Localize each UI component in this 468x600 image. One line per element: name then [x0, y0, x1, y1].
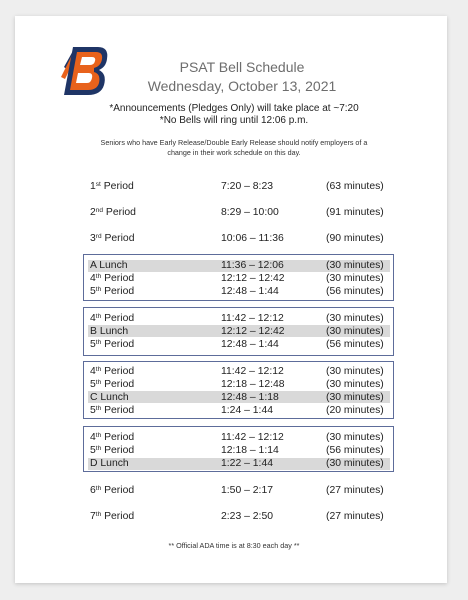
- period-time: 11:42 – 12:12: [221, 432, 284, 443]
- period-name: 4th Period: [90, 273, 135, 284]
- period-time: 2:23 – 2:50: [221, 511, 273, 522]
- period-duration: (30 minutes): [326, 432, 384, 443]
- period-name: 3rd Period: [90, 233, 135, 244]
- period-row: 5th Period 12:18 – 12:48 (30 minutes): [0, 378, 468, 391]
- period-time: 1:22 – 1:44: [221, 458, 273, 469]
- period-time: 11:42 – 12:12: [221, 366, 284, 377]
- lunch-row: A Lunch 11:36 – 12:06 (30 minutes): [0, 259, 468, 272]
- lunch-row: C Lunch 12:48 – 1:18 (30 minutes): [0, 391, 468, 404]
- period-name: 5th Period: [90, 445, 135, 456]
- period-name: 5th Period: [90, 339, 135, 350]
- school-logo: [61, 47, 108, 95]
- ada-footer-note: ** Official ADA time is at 8:30 each day…: [168, 541, 300, 550]
- period-row: 4th Period 11:42 – 12:12 (30 minutes): [0, 312, 468, 325]
- period-row: 7th Period 2:23 – 2:50 (27 minutes): [0, 510, 468, 523]
- period-duration: (56 minutes): [326, 339, 384, 350]
- period-row: 4th Period 11:42 – 12:12 (30 minutes): [0, 365, 468, 378]
- lunch-name: C Lunch: [90, 392, 129, 403]
- lunch-name: B Lunch: [90, 326, 129, 337]
- lunch-row: D Lunch 1:22 – 1:44 (30 minutes): [0, 457, 468, 470]
- period-row: 4th Period 11:42 – 12:12 (30 minutes): [0, 431, 468, 444]
- period-time: 8:29 – 10:00: [221, 207, 279, 218]
- period-row: 5th Period 12:48 – 1:44 (56 minutes): [0, 285, 468, 298]
- schedule-date: Wednesday, October 13, 2021: [147, 78, 337, 94]
- period-duration: (30 minutes): [326, 458, 384, 469]
- period-name: 5th Period: [90, 379, 135, 390]
- period-row: 6th Period 1:50 – 2:17 (27 minutes): [0, 484, 468, 497]
- period-time: 11:36 – 12:06: [221, 260, 284, 271]
- period-duration: (63 minutes): [326, 181, 384, 192]
- period-duration: (30 minutes): [326, 260, 384, 271]
- period-row: 5th Period 1:24 – 1:44 (20 minutes): [0, 404, 468, 417]
- period-duration: (91 minutes): [326, 207, 384, 218]
- period-row: 3rd Period 10:06 – 11:36 (90 minutes): [0, 232, 468, 245]
- period-time: 11:42 – 12:12: [221, 313, 284, 324]
- period-name: 7th Period: [90, 511, 135, 522]
- period-row: 1st Period 7:20 – 8:23 (63 minutes): [0, 180, 468, 193]
- period-name: 5th Period: [90, 405, 135, 416]
- period-duration: (20 minutes): [326, 405, 384, 416]
- period-name: 1st Period: [90, 181, 134, 192]
- seniors-note-line1: Seniors who have Early Release/Double Ea…: [100, 138, 368, 147]
- period-duration: (30 minutes): [326, 326, 384, 337]
- period-duration: (30 minutes): [326, 392, 384, 403]
- period-duration: (90 minutes): [326, 233, 384, 244]
- period-duration: (56 minutes): [326, 286, 384, 297]
- period-duration: (30 minutes): [326, 273, 384, 284]
- schedule-title: PSAT Bell Schedule: [179, 59, 305, 75]
- period-name: 5th Period: [90, 286, 135, 297]
- period-time: 7:20 – 8:23: [221, 181, 273, 192]
- period-row: 2nd Period 8:29 – 10:00 (91 minutes): [0, 206, 468, 219]
- period-time: 12:48 – 1:44: [221, 286, 279, 297]
- period-time: 12:12 – 12:42: [221, 273, 285, 284]
- period-duration: (56 minutes): [326, 445, 384, 456]
- period-time: 12:18 – 1:14: [221, 445, 279, 456]
- period-time: 12:18 – 12:48: [221, 379, 285, 390]
- no-bells-note: *No Bells will ring until 12:06 p.m.: [159, 115, 309, 126]
- period-name: 4th Period: [90, 432, 135, 443]
- period-name: 6th Period: [90, 485, 135, 496]
- period-duration: (30 minutes): [326, 366, 384, 377]
- period-time: 10:06 – 11:36: [221, 233, 284, 244]
- seniors-note-line2: change in their work schedule on this da…: [167, 148, 301, 157]
- period-duration: (27 minutes): [326, 511, 384, 522]
- period-time: 1:24 – 1:44: [221, 405, 273, 416]
- period-time: 1:50 – 2:17: [221, 485, 273, 496]
- period-duration: (27 minutes): [326, 485, 384, 496]
- period-time: 12:12 – 12:42: [221, 326, 285, 337]
- period-name: 2nd Period: [90, 207, 136, 218]
- period-duration: (30 minutes): [326, 313, 384, 324]
- period-duration: (30 minutes): [326, 379, 384, 390]
- period-time: 12:48 – 1:18: [221, 392, 279, 403]
- period-row: 5th Period 12:48 – 1:44 (56 minutes): [0, 338, 468, 351]
- period-time: 12:48 – 1:44: [221, 339, 279, 350]
- period-row: 5th Period 12:18 – 1:14 (56 minutes): [0, 444, 468, 457]
- period-name: 4th Period: [90, 366, 135, 377]
- lunch-row: B Lunch 12:12 – 12:42 (30 minutes): [0, 325, 468, 338]
- lunch-name: D Lunch: [90, 458, 129, 469]
- lunch-name: A Lunch: [90, 260, 128, 271]
- period-row: 4th Period 12:12 – 12:42 (30 minutes): [0, 272, 468, 285]
- period-name: 4th Period: [90, 313, 135, 324]
